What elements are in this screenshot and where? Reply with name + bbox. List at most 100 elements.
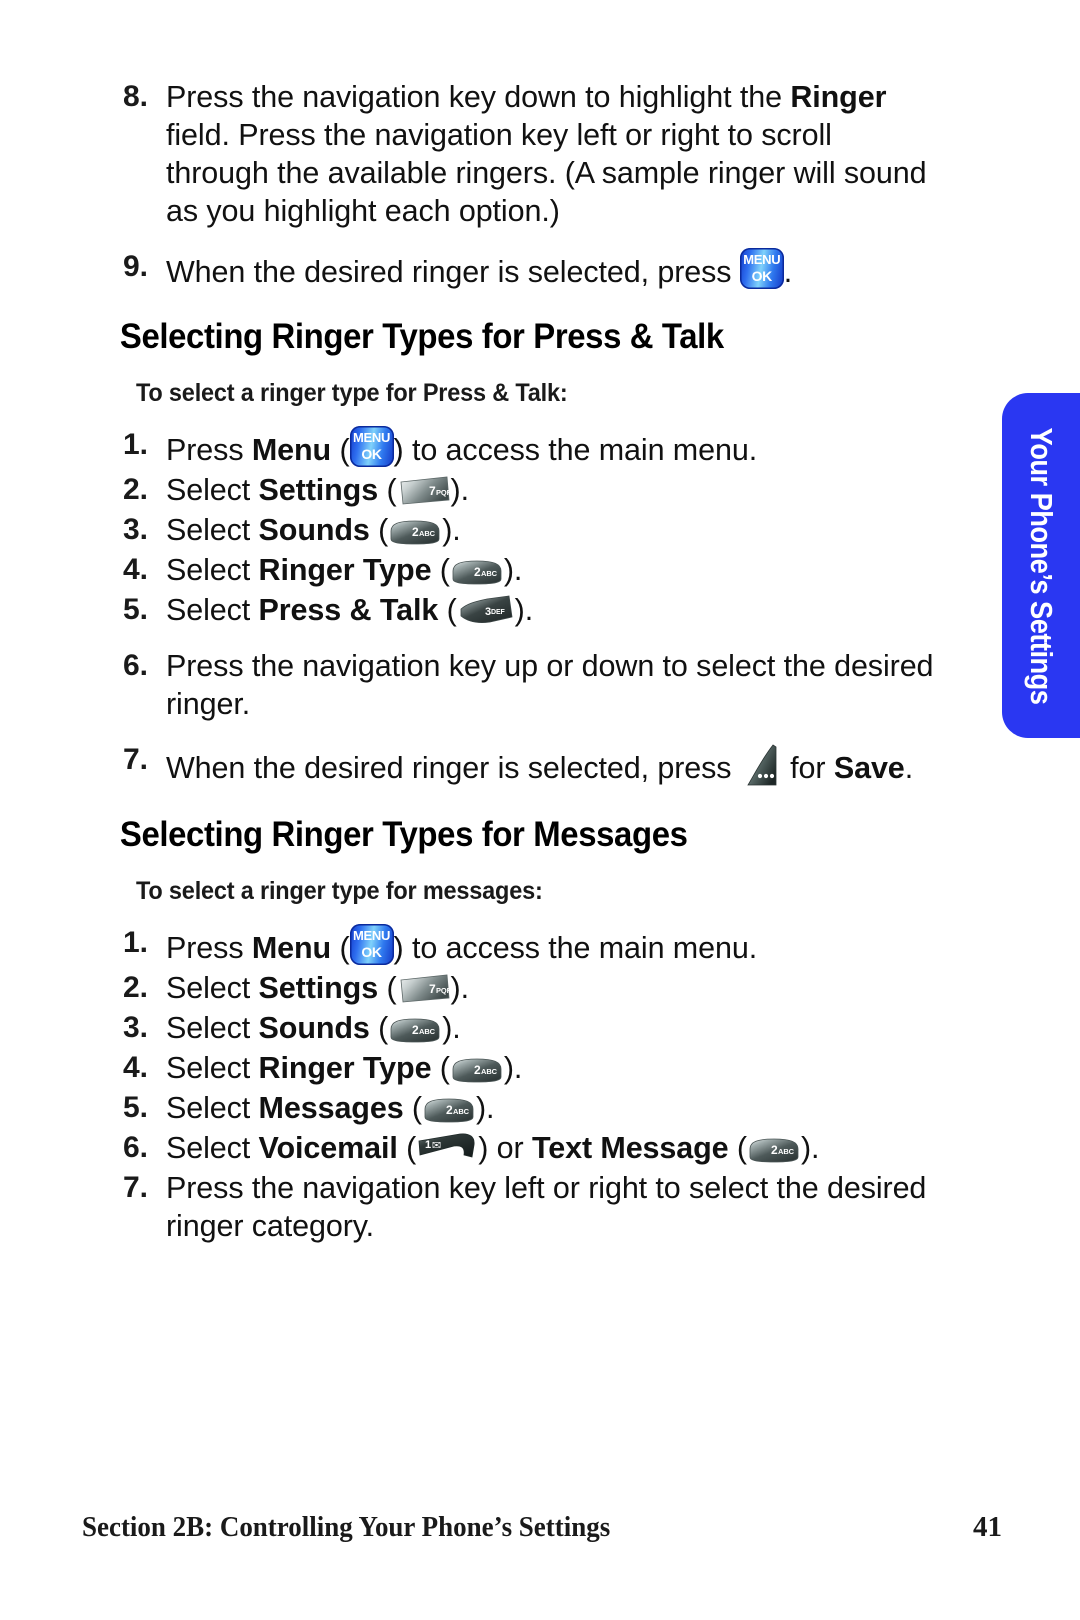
key-2-abc-icon: 2 ABC	[747, 1135, 801, 1165]
svg-text:1: 1	[425, 1139, 431, 1151]
key-2-abc-icon: 2 ABC	[388, 1015, 442, 1045]
page-content: 8. Press the navigation key down to high…	[118, 78, 938, 1251]
step-text-end: ).	[450, 473, 470, 507]
softkey-left-icon	[740, 741, 782, 789]
section-subheading-messages: To select a ringer type for messages:	[136, 877, 543, 905]
list-item-number: 8.	[122, 80, 148, 113]
list-item-number: 3.	[122, 513, 148, 546]
list-item: 3. Select Sounds ( 2 ABC ).	[118, 1009, 938, 1047]
list-item-number: 9.	[122, 250, 148, 283]
step-text-end: ).	[450, 971, 470, 1005]
step-text-end: ) to access the main menu.	[393, 931, 758, 965]
menu-ok-key-icon: MENU OK	[739, 248, 784, 289]
list-item: 8. Press the navigation key down to high…	[118, 78, 938, 230]
key-7-pqrs-icon: 7 PQRS	[397, 475, 451, 507]
step-text: Select	[166, 971, 259, 1005]
step-paren-open-2: (	[728, 1131, 747, 1165]
menu-key-line1: MENU	[352, 928, 391, 943]
svg-text:ABC: ABC	[481, 1067, 498, 1076]
list-item-text-cont: .	[783, 255, 793, 289]
key-2-abc-icon: 2 ABC	[422, 1095, 476, 1125]
menu-ok-key-icon: MENU OK	[349, 426, 394, 467]
list-item-number: 6.	[122, 1131, 148, 1164]
step-text-end: ).	[476, 1091, 495, 1125]
step-paren-open: (	[431, 1051, 450, 1085]
list-item-number: 5.	[122, 593, 148, 626]
list-item: 1. Press Menu (MENU OK) to access the mai…	[118, 426, 938, 469]
svg-text:DEF: DEF	[491, 609, 506, 616]
list-item-body: Press Menu (MENU OK) to access the main m…	[166, 924, 938, 967]
list-item: 4. Select Ringer Type ( 2 ABC ).	[118, 1049, 938, 1087]
step-text-end: ).	[503, 1051, 523, 1085]
step-paren-open: (	[369, 513, 389, 547]
step-text: Select	[166, 553, 259, 587]
list-item-body: Select Settings ( 7 PQRS ).	[166, 471, 938, 509]
step-bold: Messages	[258, 1091, 404, 1125]
step-bold: Sounds	[258, 1011, 370, 1045]
list-item: 1. Press Menu (MENU OK) to access the mai…	[118, 924, 938, 967]
svg-text:PQRS: PQRS	[436, 986, 451, 995]
step-bold: Menu	[251, 931, 332, 965]
menu-key-line1: MENU	[743, 252, 781, 267]
list-item-body: When the desired ringer is selected, pre…	[166, 741, 938, 789]
list-item-number: 1.	[122, 428, 148, 461]
svg-text:7: 7	[429, 982, 436, 996]
step-bold: Sounds	[258, 513, 370, 547]
list-item-number: 4.	[122, 1051, 148, 1084]
list-item: 3. Select Sounds ( 2 ABC ).	[118, 511, 938, 549]
step-text-end: ).	[442, 513, 461, 547]
step-bold: Menu	[251, 433, 332, 467]
svg-text:2: 2	[446, 1103, 453, 1117]
list-item-number: 2.	[122, 473, 148, 506]
step-text-or: ) or	[478, 1131, 532, 1165]
key-2-abc-icon: 2 ABC	[450, 557, 504, 587]
step-paren-open: (	[438, 593, 457, 627]
step-paren-open: (	[369, 1011, 389, 1045]
key-2-abc-icon: 2 ABC	[450, 1055, 504, 1085]
list-item-number: 2.	[122, 971, 148, 1004]
step-text-end: ).	[503, 553, 523, 587]
step-bold: Ringer Type	[258, 1051, 432, 1085]
section-heading-messages: Selecting Ringer Types for Messages	[119, 815, 688, 854]
list-item-body: When the desired ringer is selected, pre…	[166, 248, 938, 291]
svg-text:2: 2	[771, 1143, 778, 1157]
step-paren-open: (	[397, 1131, 417, 1165]
list-item-body: Select Settings ( 7 PQRS ).	[166, 969, 938, 1007]
list-item-number: 7.	[122, 743, 148, 776]
menu-key-line2: OK	[361, 944, 382, 960]
step-text-end: ).	[514, 593, 534, 627]
step-text-end: ) to access the main menu.	[393, 433, 758, 467]
key-7-pqrs-icon: 7 PQRS	[397, 973, 451, 1005]
svg-text:7: 7	[429, 484, 436, 498]
section-heading-press-and-talk: Selecting Ringer Types for Press & Talk	[119, 317, 724, 356]
step-text-end: ).	[800, 1131, 820, 1165]
list-item-body: Select Voicemail ( 1 ✉ ) or Text Message…	[166, 1129, 938, 1167]
step-text: Select	[166, 1131, 259, 1165]
key-3-def-icon: 3 DEF	[457, 593, 515, 627]
list-item-number: 4.	[122, 553, 148, 586]
step-text-end: ).	[442, 1011, 461, 1045]
svg-text:ABC: ABC	[778, 1147, 795, 1156]
manual-page: Your Phone’s Settings 8. Press the navig…	[0, 0, 1080, 1620]
list-item-number: 5.	[122, 1091, 148, 1124]
step-paren-open: (	[378, 473, 397, 507]
step-text-end: .	[904, 751, 914, 785]
key-1-voicemail-icon: 1 ✉	[416, 1131, 478, 1165]
list-item: 2. Select Settings ( 7 PQRS ).	[118, 969, 938, 1007]
step-paren-open: (	[378, 971, 397, 1005]
list-item-number: 6.	[122, 649, 148, 682]
svg-text:PQRS: PQRS	[436, 488, 451, 497]
step-text: Select	[166, 1051, 259, 1085]
list-item-number: 3.	[122, 1011, 148, 1044]
section-subheading-press-and-talk: To select a ringer type for Press & Talk…	[136, 379, 568, 407]
list-item-number: 1.	[122, 926, 148, 959]
step-paren-open: (	[331, 433, 350, 467]
svg-text:ABC: ABC	[419, 1027, 436, 1036]
list-item-text-cont: field. Press the navigation key left or …	[166, 118, 927, 228]
step-bold-voicemail: Voicemail	[258, 1131, 398, 1165]
footer-section-title: Section 2B: Controlling Your Phone’s Set…	[82, 1511, 611, 1543]
list-item: 7. Press the navigation key left or righ…	[118, 1169, 938, 1245]
step-bold: Press & Talk	[258, 593, 439, 627]
list-item-body: Select Ringer Type ( 2 ABC ).	[166, 1049, 938, 1087]
step-text: Select	[166, 1011, 259, 1045]
